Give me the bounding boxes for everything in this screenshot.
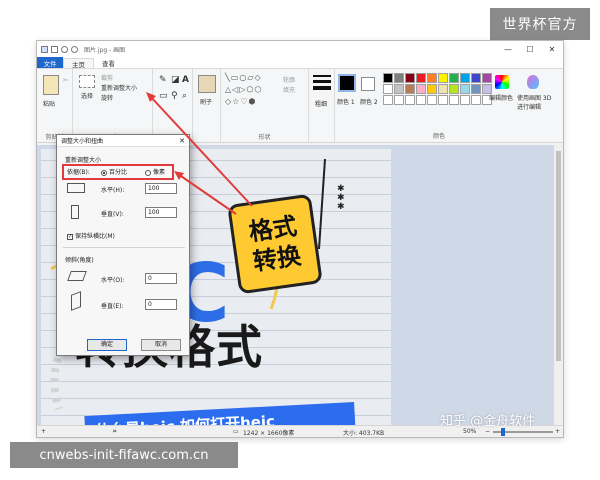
- page: 世界杯官方 图片.jpg - 画图 — ☐ ✕ 文件 主页 查看 粘贴 ✂ 剪贴…: [0, 0, 600, 480]
- zhihu-watermark: 知乎 @金舟软件: [440, 414, 536, 429]
- url-watermark: cnwebs-init-fifawc.com.cn: [10, 442, 238, 468]
- annotation-arrows: [146, 92, 253, 215]
